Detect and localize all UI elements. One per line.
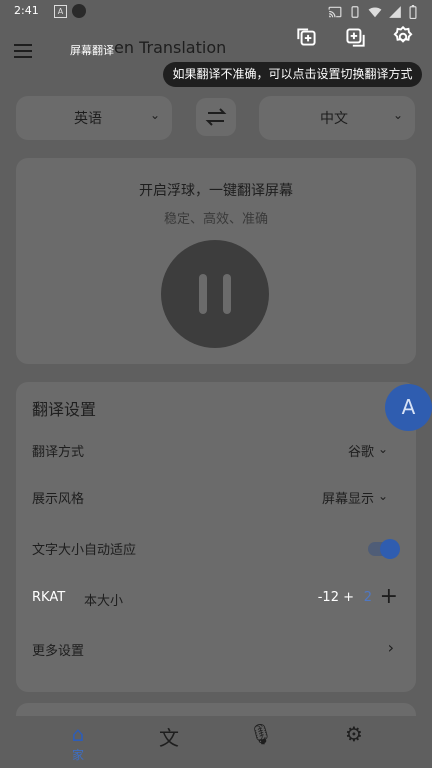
settings-button[interactable] <box>390 24 416 50</box>
nav-settings[interactable]: ⚙ <box>334 722 374 746</box>
more-settings-label: 更多设置 <box>32 644 85 659</box>
text-size-label: 本大小 <box>84 594 124 609</box>
cast-icon <box>328 4 342 23</box>
text-size-overlay: RKAT <box>32 590 66 605</box>
source-language-label: 英语 <box>74 111 102 127</box>
translation-method-row[interactable]: 翻译方式 谷歌 ⌄ <box>16 429 416 473</box>
text-size-minus[interactable]: -12 + <box>318 590 354 605</box>
vibrate-icon <box>348 4 362 23</box>
settings-heading: 翻译设置 <box>32 400 97 419</box>
plus-button[interactable]: + <box>380 584 398 609</box>
nav-voice[interactable]: 🎙 <box>241 722 281 746</box>
translation-tip: 如果翻译不准确，可以点击设置切换翻译方式 <box>163 62 422 87</box>
pause-button[interactable] <box>161 240 269 348</box>
translate-icon: A <box>401 395 416 419</box>
status-time: 2:41 <box>14 4 39 17</box>
hero-subtitle: 稳定、高效、准确 <box>163 212 268 227</box>
chevron-down-icon: ⌄ <box>377 442 388 456</box>
status-dot-icon <box>72 4 86 18</box>
display-style-value: 屏幕显示 <box>321 492 374 507</box>
display-style-row[interactable]: 展示风格 屏幕显示 ⌄ <box>16 476 416 520</box>
bottom-navigation: ⌂ 家 文 🎙 ⚙ <box>0 716 432 768</box>
home-icon: ⌂ <box>71 722 85 746</box>
chevron-down-icon: ⌄ <box>149 108 160 122</box>
gear-icon: ⚙ <box>345 722 363 746</box>
pause-icon <box>199 274 207 314</box>
text-size-value: 2 <box>363 590 372 605</box>
mic-icon: 🎙 <box>248 722 274 746</box>
status-a-icon: A <box>54 5 67 18</box>
auto-size-toggle[interactable] <box>368 539 400 559</box>
nav-home[interactable]: ⌂ 家 <box>58 722 98 763</box>
translate-fab[interactable]: A <box>385 384 432 431</box>
signal-icon <box>388 4 402 23</box>
battery-icon <box>408 4 418 23</box>
title-overlay: 屏幕翻译 <box>70 44 114 57</box>
translation-settings-card: 翻译设置 翻译方式 谷歌 ⌄ 展示风格 屏幕显示 ⌄ 文字大小自动适应 RKAT… <box>16 382 416 692</box>
chevron-down-icon: ⌄ <box>377 489 388 503</box>
chevron-right-icon: › <box>387 638 394 657</box>
menu-icon <box>14 44 32 46</box>
add-copy-button[interactable] <box>342 24 368 50</box>
status-bar: 2:41 A <box>0 0 432 24</box>
auto-size-label: 文字大小自动适应 <box>32 543 137 558</box>
menu-button[interactable] <box>14 40 40 60</box>
floating-ball-card: 开启浮球，一键翻译屏幕 稳定、高效、准确 <box>16 158 416 364</box>
copy-add-button[interactable] <box>294 24 320 50</box>
display-style-label: 展示风格 <box>32 492 85 507</box>
system-icons <box>328 4 418 23</box>
page-title: en Translation <box>114 38 227 57</box>
more-settings-row[interactable]: 更多设置 › <box>16 628 416 672</box>
text-size-row: RKAT 本大小 -12 + 2 + <box>16 578 416 622</box>
wifi-icon <box>368 4 382 23</box>
translation-method-value: 谷歌 <box>347 445 374 460</box>
top-actions <box>294 24 416 50</box>
target-language-select[interactable]: 中文 ⌄ <box>259 96 415 140</box>
nav-translate[interactable]: 文 <box>149 722 189 751</box>
translation-method-label: 翻译方式 <box>32 445 85 460</box>
swap-icon <box>205 108 227 126</box>
hero-title: 开启浮球，一键翻译屏幕 <box>139 183 293 199</box>
swap-languages-button[interactable] <box>196 98 236 136</box>
target-language-label: 中文 <box>320 111 348 127</box>
translate-icon: 文 <box>159 726 179 750</box>
auto-size-row: 文字大小自动适应 <box>16 527 416 571</box>
chevron-down-icon: ⌄ <box>392 108 403 122</box>
nav-home-label: 家 <box>71 748 84 762</box>
source-language-select[interactable]: 英语 ⌄ <box>16 96 172 140</box>
